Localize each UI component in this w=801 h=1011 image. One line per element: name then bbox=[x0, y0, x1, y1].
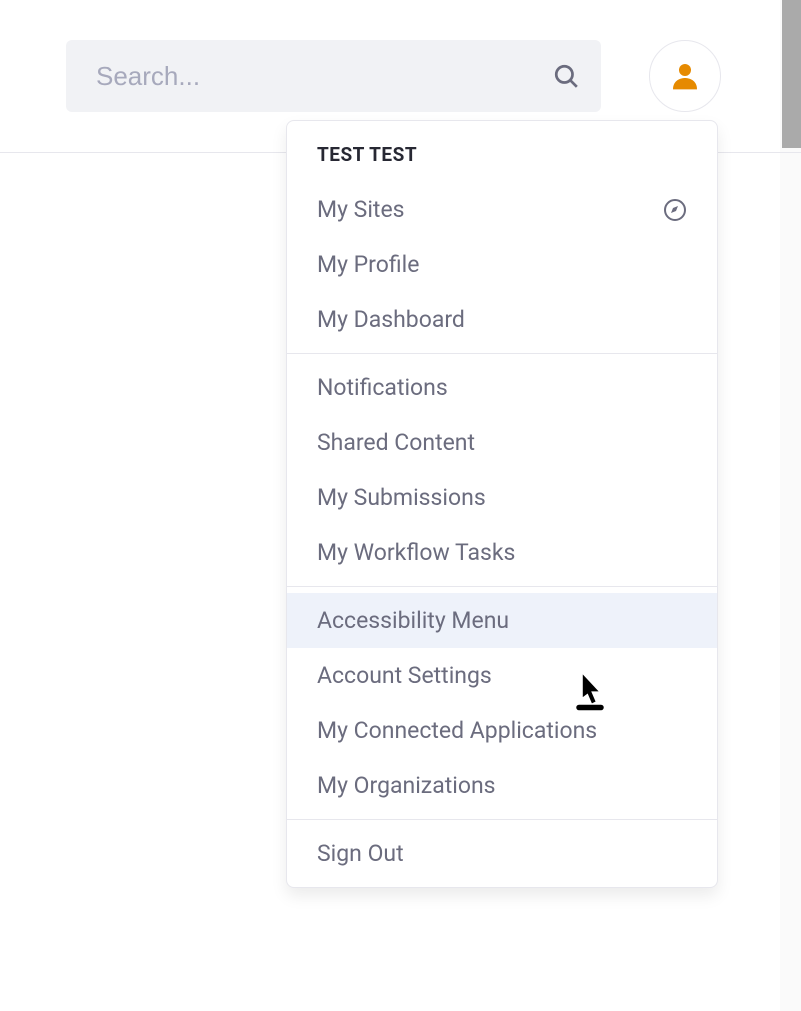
menu-item-notifications[interactable]: Notifications bbox=[287, 360, 717, 415]
dropdown-section: My Sites My Profile My Dashboard bbox=[287, 176, 717, 354]
menu-item-sign-out[interactable]: Sign Out bbox=[287, 826, 717, 881]
search-container[interactable] bbox=[66, 40, 601, 112]
search-input[interactable] bbox=[96, 61, 553, 92]
dropdown-section: Accessibility Menu Account Settings My C… bbox=[287, 587, 717, 820]
menu-item-label: My Connected Applications bbox=[317, 717, 597, 744]
menu-item-label: My Sites bbox=[317, 196, 405, 223]
menu-item-label: Notifications bbox=[317, 374, 448, 401]
user-icon bbox=[669, 60, 701, 92]
dropdown-section: Sign Out bbox=[287, 820, 717, 887]
search-icon bbox=[553, 63, 579, 89]
menu-item-my-workflow-tasks[interactable]: My Workflow Tasks bbox=[287, 525, 717, 580]
compass-icon bbox=[663, 198, 687, 222]
menu-item-label: My Workflow Tasks bbox=[317, 539, 515, 566]
dropdown-section: Notifications Shared Content My Submissi… bbox=[287, 354, 717, 587]
menu-item-my-connected-applications[interactable]: My Connected Applications bbox=[287, 703, 717, 758]
menu-item-my-dashboard[interactable]: My Dashboard bbox=[287, 292, 717, 347]
menu-item-label: Accessibility Menu bbox=[317, 607, 509, 634]
menu-item-label: Shared Content bbox=[317, 429, 475, 456]
dropdown-username: TEST TEST bbox=[287, 121, 717, 176]
menu-item-accessibility-menu[interactable]: Accessibility Menu bbox=[287, 593, 717, 648]
user-dropdown: TEST TEST My Sites My Profile My Dashboa… bbox=[286, 120, 718, 888]
menu-item-account-settings[interactable]: Account Settings bbox=[287, 648, 717, 703]
menu-item-my-profile[interactable]: My Profile bbox=[287, 237, 717, 292]
menu-item-label: Sign Out bbox=[317, 840, 404, 867]
menu-item-label: Account Settings bbox=[317, 662, 492, 689]
menu-item-label: My Dashboard bbox=[317, 306, 465, 333]
menu-item-label: My Profile bbox=[317, 251, 419, 278]
menu-item-label: My Organizations bbox=[317, 772, 496, 799]
menu-item-my-submissions[interactable]: My Submissions bbox=[287, 470, 717, 525]
menu-item-shared-content[interactable]: Shared Content bbox=[287, 415, 717, 470]
avatar-button[interactable] bbox=[649, 40, 721, 112]
menu-item-label: My Submissions bbox=[317, 484, 486, 511]
menu-item-my-organizations[interactable]: My Organizations bbox=[287, 758, 717, 813]
menu-item-my-sites[interactable]: My Sites bbox=[287, 182, 717, 237]
